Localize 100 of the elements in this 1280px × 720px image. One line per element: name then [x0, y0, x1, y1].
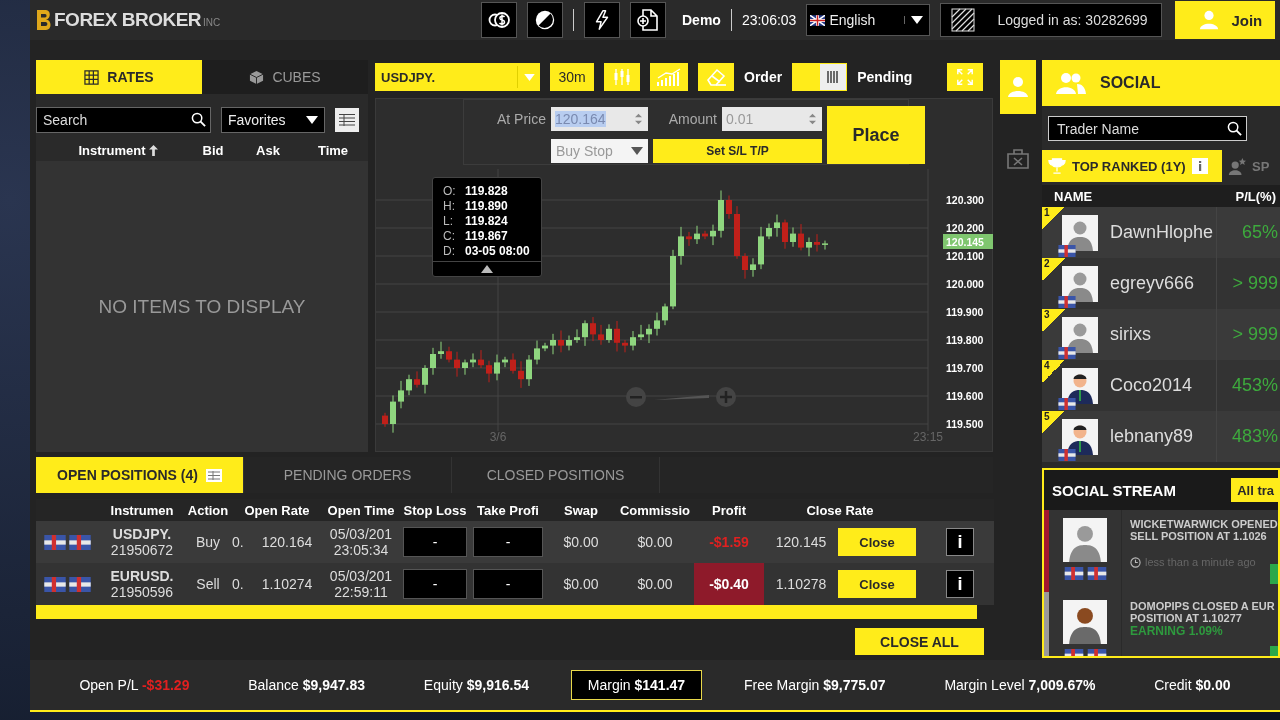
info-button[interactable]: i	[946, 528, 974, 556]
info-button[interactable]: i	[946, 570, 974, 598]
flag-icon	[1063, 567, 1084, 580]
trader-row[interactable]: 4 Coco2014 453%	[1042, 360, 1280, 411]
column-header[interactable]: Swap	[546, 502, 616, 518]
avatar-icon	[1062, 418, 1098, 455]
close-all-button[interactable]: CLOSE ALL	[855, 628, 984, 655]
column-header[interactable]: Open Time	[322, 502, 400, 518]
column-header[interactable]: Close Rate	[764, 502, 916, 518]
column-header[interactable]: NAME	[1054, 188, 1093, 204]
trader-row[interactable]: 3 sirixs > 999	[1042, 309, 1280, 360]
symbol-select[interactable]: USDJPY.	[375, 63, 540, 91]
candle	[766, 223, 772, 240]
place-button[interactable]: Place	[827, 106, 925, 164]
trader-row[interactable]: 1 DawnHlophe 65%	[1042, 207, 1280, 258]
search-field[interactable]: Search	[36, 107, 211, 133]
sl-tp-button[interactable]: Set S/L T/P	[653, 139, 822, 163]
order-pending-toggle[interactable]	[792, 63, 848, 91]
fullscreen-button[interactable]	[947, 63, 983, 91]
close-button[interactable]: Close	[838, 570, 916, 598]
take-profit-field[interactable]: -	[473, 569, 543, 599]
candle	[454, 351, 460, 378]
zoom-in-icon[interactable]	[716, 387, 736, 407]
axis-label: 119.800	[946, 334, 984, 346]
candle	[622, 339, 628, 353]
lightning-button[interactable]	[584, 2, 620, 38]
column-header[interactable]: Ask	[238, 142, 298, 158]
tooltip-value: 03-05 08:00	[465, 243, 530, 258]
take-profit-field[interactable]: -	[473, 527, 543, 557]
amount-label: Amount	[667, 111, 717, 127]
axis-label: 120.300	[946, 194, 984, 206]
table-cell: 23:05:34	[333, 542, 389, 558]
account-stat: Margin Level 7,009.67%	[943, 676, 1097, 695]
indicators-button[interactable]	[604, 63, 640, 91]
trader-name: egreyv666	[1110, 273, 1196, 294]
account-stat: Margin $141.47	[570, 670, 703, 700]
table-cell-text: 1.10278	[774, 576, 828, 592]
column-header[interactable]: Open Rate	[232, 502, 322, 518]
new-document-button[interactable]	[630, 2, 666, 38]
zoom-out-icon[interactable]	[626, 387, 646, 407]
social-tab[interactable]: TOP RANKED (1Y)	[1042, 150, 1222, 182]
toggle-thumb[interactable]	[820, 64, 847, 90]
trader-row[interactable]: 2 egreyv666 > 999	[1042, 258, 1280, 309]
hatched-square-icon	[951, 8, 976, 32]
favorites-select[interactable]: Favorites	[221, 107, 325, 133]
column-header[interactable]: P/L(%)	[1235, 188, 1276, 204]
candle	[462, 359, 468, 376]
timeframe-button[interactable]: 30m	[550, 63, 594, 91]
theme-button[interactable]	[527, 2, 563, 38]
candle	[750, 257, 756, 278]
pending-label: Pending	[857, 69, 913, 85]
candle	[438, 341, 444, 360]
table-cell-text: 120.164	[260, 534, 314, 550]
scrollbar[interactable]	[36, 605, 977, 619]
column-header[interactable]: Instrument	[48, 142, 188, 158]
stop-loss-field[interactable]: -	[403, 527, 467, 557]
panel-title: SOCIAL	[1100, 74, 1161, 92]
flag-icon	[44, 576, 66, 592]
filter-button[interactable]: All tra	[1231, 478, 1278, 502]
column-header[interactable]: Time	[298, 142, 368, 158]
tooltip-value: 119.890	[465, 198, 508, 213]
column-header[interactable]: Stop Loss	[400, 502, 470, 518]
candle	[798, 223, 804, 251]
close-button[interactable]: Close	[838, 528, 916, 556]
eraser-icon	[705, 67, 727, 87]
chart-type-button[interactable]	[650, 63, 688, 91]
panel-tab[interactable]: CUBES	[202, 60, 368, 94]
tooltip-value: 119.824	[465, 213, 508, 228]
column-header[interactable]: Instrumen	[100, 502, 184, 518]
document-plus-icon	[636, 8, 660, 32]
column-header[interactable]: Action	[184, 502, 232, 518]
activity-text: POSITION AT 1.10277	[1130, 612, 1243, 624]
deposit-button[interactable]	[481, 2, 517, 38]
column-header[interactable]: Commissio	[616, 502, 694, 518]
draw-tool-button[interactable]	[698, 63, 734, 91]
column-header[interactable]: Take Profi	[470, 502, 546, 518]
table-cell-text: $0.00	[636, 576, 674, 592]
account-stat: Balance $9,947.83	[247, 676, 367, 695]
column-header[interactable]: Bid	[188, 142, 238, 158]
side-tab[interactable]	[1000, 60, 1036, 114]
person-icon	[1006, 75, 1030, 99]
candle	[702, 230, 708, 240]
candle	[662, 303, 668, 326]
column-header[interactable]: Profit	[694, 502, 764, 518]
axis-label: 119.700	[946, 362, 984, 374]
search-icon	[191, 112, 206, 127]
expand-icon	[956, 68, 974, 86]
person-star-icon	[1228, 157, 1246, 175]
language-select[interactable]: English	[806, 4, 931, 36]
trader-row[interactable]: 5 lebnany89 483%	[1042, 411, 1280, 462]
candle	[510, 352, 516, 375]
panel-tab[interactable]: RATES	[36, 60, 202, 94]
price-value: 120.164	[555, 111, 606, 127]
stop-loss-field[interactable]: -	[403, 569, 467, 599]
list-view-button[interactable]	[335, 108, 359, 132]
positions-tab[interactable]: OPEN POSITIONS (4)	[36, 457, 244, 493]
avatar-icon	[1063, 518, 1107, 562]
join-button[interactable]: Join	[1175, 1, 1276, 39]
instrument-symbol: USDJPY.	[112, 526, 172, 542]
table-cell: 05/03/201	[329, 526, 393, 542]
